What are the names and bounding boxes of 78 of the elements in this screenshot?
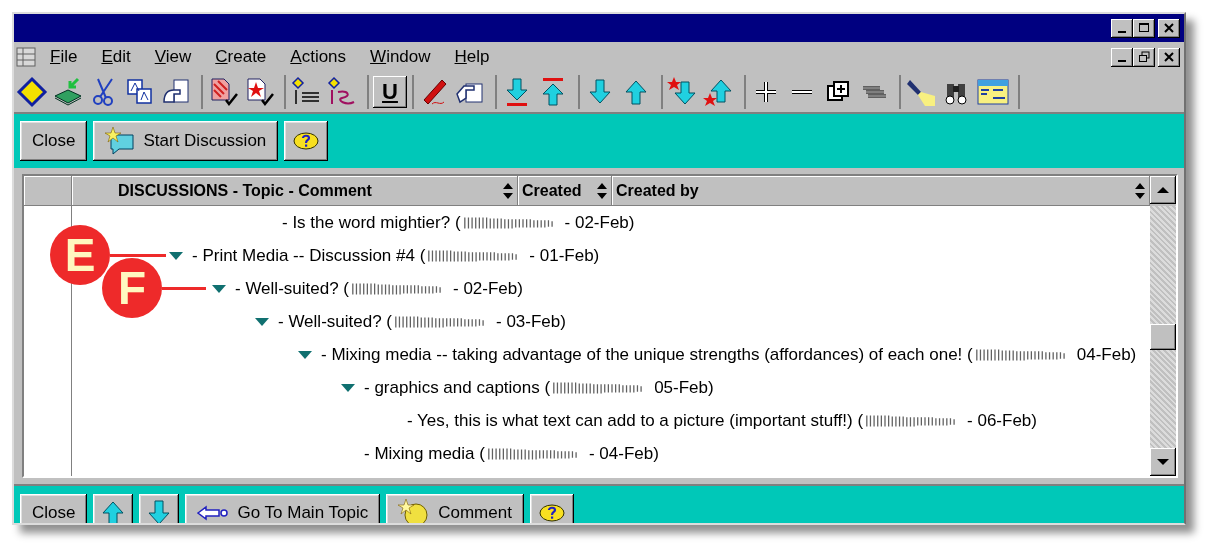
- expand-triangle-icon[interactable]: [254, 316, 270, 327]
- topic-text[interactable]: - Well-suited? (: [278, 311, 392, 332]
- header-cell: [24, 176, 72, 206]
- expand-triangle-icon[interactable]: [168, 250, 184, 261]
- help-button[interactable]: [529, 494, 574, 523]
- speech-bubble-icon: [105, 127, 136, 155]
- menu-item[interactable]: Actions: [290, 47, 347, 67]
- callout-badge: E: [50, 225, 110, 285]
- minimize-icon: [1118, 31, 1126, 33]
- date-text: - 01-Feb): [529, 245, 600, 266]
- maximize-icon: [1138, 22, 1150, 34]
- close-button[interactable]: [1158, 47, 1180, 67]
- topic-text[interactable]: - Mixing media -- taking advantage of the unique strengths (affordances) of each one! (: [321, 344, 973, 365]
- restore-button[interactable]: [1133, 47, 1155, 67]
- close-icon: [1163, 22, 1175, 34]
- menu-item[interactable]: Create: [215, 47, 267, 67]
- go-to-main-topic-button[interactable]: Go To Main Topic: [185, 494, 381, 523]
- menu-item[interactable]: Edit: [101, 47, 131, 67]
- up-triangle-icon: [1156, 185, 1170, 195]
- sort-icon[interactable]: [502, 182, 514, 200]
- menu-item[interactable]: Window: [370, 47, 431, 67]
- date-text: - 02-Feb): [453, 278, 523, 299]
- close-button[interactable]: Close: [20, 494, 88, 523]
- up-arrow-icon: [101, 500, 126, 523]
- previous-button[interactable]: [93, 494, 134, 523]
- scrollbar-track[interactable]: [1150, 206, 1176, 476]
- scrollbar-thumb[interactable]: [1150, 324, 1176, 350]
- diamond-icon[interactable]: [16, 76, 48, 108]
- column-header[interactable]: Created: [518, 176, 612, 206]
- date-text: - 02-Feb): [564, 212, 635, 233]
- help-icon: [537, 503, 566, 523]
- date-text: 04-Feb): [1076, 344, 1137, 365]
- scroll-down-button[interactable]: [1150, 448, 1176, 476]
- callout-badge: F: [102, 258, 162, 318]
- topic-text[interactable]: - Mixing media (: [364, 443, 485, 464]
- menu-item[interactable]: View: [154, 47, 192, 67]
- underline-button[interactable]: U: [373, 76, 407, 108]
- leader-line: [162, 287, 206, 290]
- minimize-button[interactable]: [1111, 18, 1133, 38]
- column-header[interactable]: DISCUSSIONS - Topic - Comment: [72, 176, 518, 206]
- expand-triangle-icon[interactable]: [297, 349, 313, 360]
- expand-triangle-icon[interactable]: [340, 382, 356, 393]
- topic-text[interactable]: - Yes, this is what text can add to a picture (important stuff!) (: [407, 410, 864, 431]
- minimize-icon: [1118, 60, 1126, 62]
- close-button[interactable]: [1158, 18, 1180, 38]
- date-text: 05-Feb): [654, 377, 714, 398]
- topic-text[interactable]: - Is the word mightier? (: [282, 212, 461, 233]
- topic-text[interactable]: - Print Media -- Discussion #4 (: [192, 245, 426, 266]
- menu-item[interactable]: File: [50, 47, 78, 67]
- sort-icon[interactable]: [1134, 182, 1146, 200]
- close-icon: [1163, 51, 1175, 63]
- app-icon[interactable]: [16, 47, 36, 67]
- maximize-button[interactable]: [1133, 18, 1155, 38]
- help-icon: [292, 131, 321, 151]
- topic-text[interactable]: - graphics and captions (: [364, 377, 551, 398]
- down-triangle-icon: [1156, 457, 1170, 467]
- help-button[interactable]: [284, 121, 329, 161]
- column-header[interactable]: Created by: [612, 176, 1150, 206]
- leader-line: [110, 254, 166, 257]
- down-arrow-icon: [147, 500, 172, 523]
- topic-text[interactable]: - Well-suited? (: [235, 278, 349, 299]
- date-text: - 04-Feb): [588, 443, 659, 464]
- panel-icon[interactable]: [977, 76, 1009, 108]
- restore-icon: [1138, 51, 1150, 63]
- close-button[interactable]: Close: [20, 121, 88, 161]
- scroll-up-button[interactable]: [1150, 176, 1176, 204]
- back-arrow-icon: [197, 505, 230, 521]
- sparkle-ball-icon: [398, 499, 431, 523]
- sort-icon[interactable]: [596, 182, 608, 200]
- expand-triangle-icon[interactable]: [211, 283, 227, 294]
- book-arrow-icon[interactable]: [52, 76, 84, 108]
- next-button[interactable]: [139, 494, 180, 523]
- minimize-button[interactable]: [1111, 47, 1133, 67]
- comment-button[interactable]: Comment: [386, 494, 524, 523]
- date-text: - 06-Feb): [967, 410, 1037, 431]
- start-discussion-button[interactable]: Start Discussion: [93, 121, 279, 161]
- date-text: - 03-Feb): [496, 311, 566, 332]
- menu-item[interactable]: Help: [454, 47, 490, 67]
